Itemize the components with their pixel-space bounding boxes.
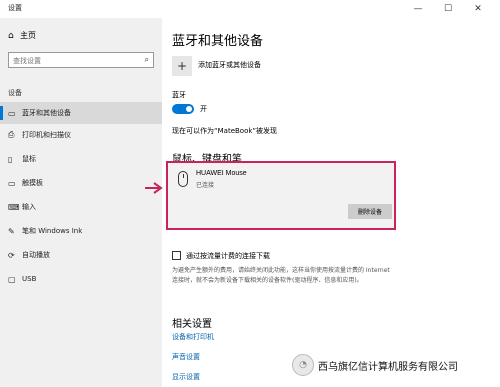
watermark-text: 西乌旗亿信计算机服务有限公司 — [318, 361, 458, 373]
printer-icon: ⎙ — [8, 130, 15, 139]
plus-icon: + — [176, 59, 188, 73]
title-bar: 设置 — ☐ ✕ — [0, 0, 500, 18]
page-title: 蓝牙和其他设备 — [172, 34, 264, 49]
metered-download-label[interactable]: 通过按流量计费的连接下载 — [186, 251, 270, 261]
remove-device-button[interactable]: 删除设备 — [348, 204, 392, 219]
device-name: HUAWEI Mouse — [196, 170, 247, 177]
toggle-state-label: 开 — [200, 105, 207, 113]
device-card[interactable]: HUAWEI Mouse 已连接 删除设备 — [166, 161, 396, 230]
add-device-button[interactable]: + — [172, 56, 192, 76]
maximize-button[interactable]: ☐ — [434, 0, 462, 18]
home-icon: ⌂ — [8, 30, 14, 41]
sidebar-item-label: 自动播放 — [22, 251, 50, 259]
discoverable-text: 现在可以作为“MateBook”被发现 — [172, 127, 278, 135]
bluetooth-label: 蓝牙 — [172, 91, 186, 99]
home-link[interactable]: ⌂ 主页 — [8, 30, 36, 41]
window-title: 设置 — [8, 4, 22, 12]
mouse-icon: ▯ — [8, 154, 13, 164]
usb-icon: ▢ — [8, 274, 16, 284]
sidebar-item-label: 输入 — [22, 203, 36, 211]
sidebar-item-usb[interactable]: ▢ USB — [0, 268, 162, 290]
sidebar-item-label: USB — [22, 275, 37, 283]
home-label: 主页 — [20, 31, 36, 40]
section-label-devices: 设备 — [8, 89, 22, 97]
link-devices-printers[interactable]: 设备和打印机 — [172, 332, 214, 342]
minimize-button[interactable]: — — [404, 0, 432, 18]
touchpad-icon: ▭ — [8, 178, 16, 188]
bluetooth-toggle[interactable] — [172, 104, 194, 114]
mouse-device-icon — [178, 171, 188, 187]
sidebar-item-bluetooth[interactable]: ▭ 蓝牙和其他设备 — [0, 102, 162, 124]
arrow-icon — [145, 182, 163, 194]
sidebar-item-label: 打印机和扫描仪 — [22, 131, 71, 139]
search-icon[interactable]: ⌕ — [145, 55, 149, 65]
sidebar-item-label: 触摸板 — [22, 179, 43, 187]
close-button[interactable]: ✕ — [464, 0, 492, 18]
sidebar-item-label: 笔和 Windows Ink — [22, 227, 83, 235]
related-settings-title: 相关设置 — [172, 319, 212, 330]
device-status: 已连接 — [196, 182, 215, 189]
add-device-label[interactable]: 添加蓝牙或其他设备 — [198, 60, 261, 70]
toggle-knob — [186, 106, 192, 112]
link-display-settings[interactable]: 显示设置 — [172, 372, 200, 382]
sidebar-item-pen[interactable]: ✎ 笔和 Windows Ink — [0, 220, 162, 242]
sidebar-item-label: 蓝牙和其他设备 — [22, 109, 71, 117]
bluetooth-icon: ▭ — [8, 108, 16, 118]
sidebar-item-touchpad[interactable]: ▭ 触摸板 — [0, 172, 162, 194]
sidebar-item-autoplay[interactable]: ⟳ 自动播放 — [0, 244, 162, 266]
autoplay-icon: ⟳ — [8, 250, 15, 260]
sidebar-item-mouse[interactable]: ▯ 鼠标 — [0, 148, 162, 170]
metered-download-description: 为避免产生额外的费用，请始终关闭此功能，这样当你使用按流量计费的 Interne… — [172, 267, 390, 284]
search-input[interactable] — [13, 54, 137, 67]
watermark: ◔ 西乌旗亿信计算机服务有限公司 — [292, 354, 458, 376]
metered-download-checkbox[interactable] — [172, 251, 181, 260]
watermark-logo-icon: ◔ — [292, 354, 314, 376]
sidebar-item-printers[interactable]: ⎙ 打印机和扫描仪 — [0, 124, 162, 146]
sidebar-item-typing[interactable]: ⌨ 输入 — [0, 196, 162, 218]
link-sound-settings[interactable]: 声音设置 — [172, 352, 200, 362]
pen-icon: ✎ — [8, 226, 15, 236]
search-box[interactable]: ⌕ — [8, 52, 154, 68]
sidebar: ⌂ 主页 ⌕ 设备 ▭ 蓝牙和其他设备 ⎙ 打印机和扫描仪 ▯ 鼠标 ▭ 触摸板… — [0, 18, 162, 387]
keyboard-icon: ⌨ — [8, 202, 20, 212]
sidebar-item-label: 鼠标 — [22, 155, 36, 163]
